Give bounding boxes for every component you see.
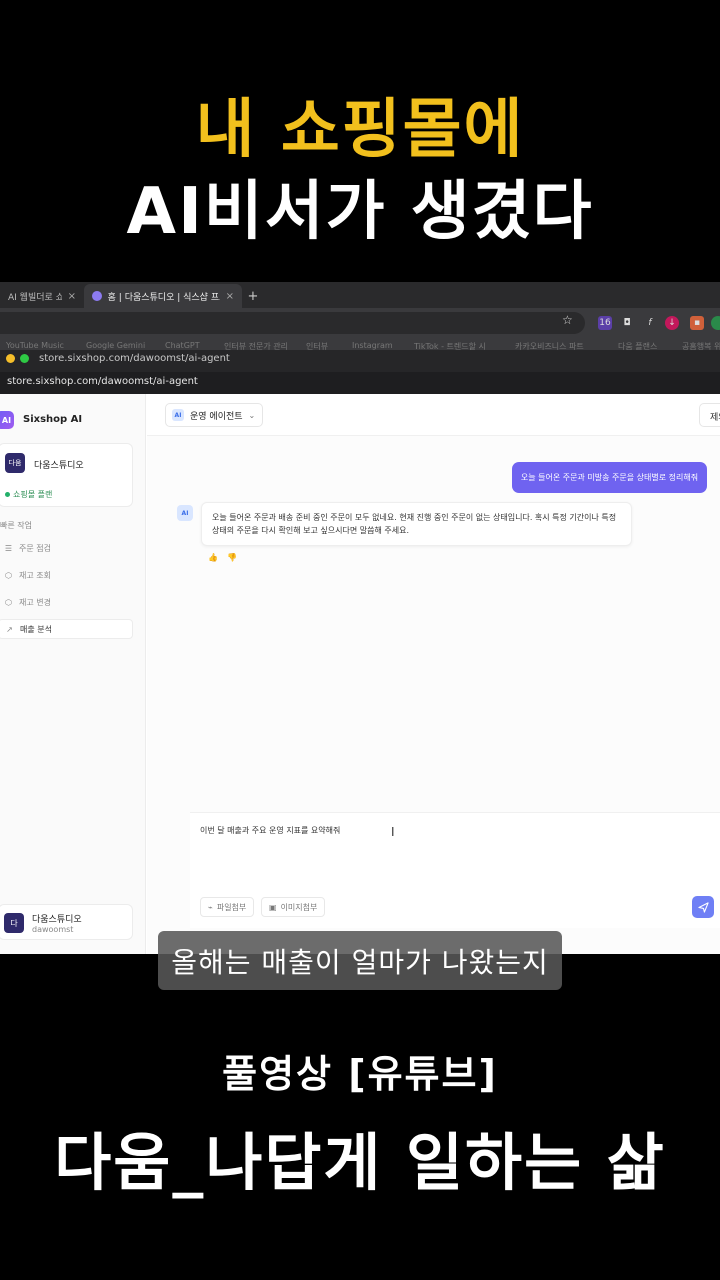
screen-recording: AI 웹빌더로 쇼핑몰 × 홈 | 다움스튜디오 | 식스샵 프로 × + ☆ …	[0, 282, 720, 954]
user-message-bubble: 오늘 들어온 주문과 미발송 주문을 상태별로 정리해줘	[512, 462, 707, 493]
ai-chip-icon: AI	[172, 409, 184, 421]
sidebar-item-stock-view[interactable]: ⬡ 재고 조회	[0, 565, 133, 585]
tab-title: 홈 | 다움스튜디오 | 식스샵 프로	[107, 292, 220, 303]
agent-label: 운영 에이전트	[190, 411, 243, 422]
extension-icon[interactable]: ▪	[690, 316, 704, 330]
plan-badge: 쇼핑몰 플랜	[13, 490, 53, 499]
topbar-button[interactable]: 제외	[699, 403, 720, 427]
user-id: dawoomst	[32, 925, 74, 934]
popup-url: store.sixshop.com/dawoomst/ai-agent	[39, 353, 230, 364]
bookmarks-bar: YouTube Music Google Gemini ChatGPT 인터뷰 …	[0, 338, 720, 350]
message-composer[interactable]: 이번 달 매출과 주요 운영 지표를 요약해줘 I ⌁ 파일첨부 ▣ 이미지첨부	[190, 812, 720, 928]
bookmark-item[interactable]: Google Gemini	[86, 341, 145, 350]
ai-avatar: AI	[177, 505, 193, 521]
bookmark-item[interactable]: TikTok - 트렌드할 시	[414, 341, 486, 350]
url-text: store.sixshop.com/dawoomst/ai-agent	[7, 376, 198, 387]
window-minimize-button[interactable]	[6, 354, 15, 363]
quick-actions-label: 빠른 작업	[0, 521, 32, 530]
bookmark-item[interactable]: Instagram	[352, 341, 393, 350]
avatar: 다	[4, 913, 24, 933]
bookmark-item[interactable]: 공홈행복 위	[682, 341, 720, 350]
sidebar-item-order-check[interactable]: ☰ 주문 점검	[0, 538, 133, 558]
sidebar-item-label: 재고 변경	[19, 597, 51, 607]
close-tab-icon[interactable]: ×	[226, 291, 234, 302]
store-avatar: 다움	[5, 453, 25, 473]
tab-title: AI 웹빌더로 쇼핑몰	[8, 292, 62, 303]
chevron-down-icon: ⌄	[248, 410, 256, 420]
bookmark-item[interactable]: 다움 플랜스	[618, 341, 657, 350]
headline-line-1: 내 쇼핑몰에	[195, 93, 525, 167]
sidebar-item-sales-analysis[interactable]: ↗ 매출 분석	[0, 619, 133, 639]
headline-line-2: AI비서가 생겼다	[126, 175, 594, 249]
send-icon	[697, 901, 709, 913]
omnibox[interactable]	[0, 312, 585, 334]
sixshop-app: AI Sixshop AI 다움 다움스튜디오 쇼핑몰 플랜 빠른 작업 ☰ 주…	[0, 394, 720, 954]
box-icon: ⬡	[5, 570, 12, 580]
video-subtitle: 올해는 매출이 얼마가 나왔는지	[158, 931, 562, 990]
status-dot-icon	[5, 492, 10, 497]
bookmark-item[interactable]: ChatGPT	[165, 341, 200, 350]
camera-icon[interactable]: ◘	[620, 316, 634, 330]
store-name: 다움스튜디오	[34, 461, 84, 471]
sidebar-item-stock-change[interactable]: ⬡ 재고 변경	[0, 592, 133, 612]
chat-main: AI 운영 에이전트 ⌄ 제외 오늘 들어온 주문과 미발송 주문을 상태별로 …	[147, 394, 720, 954]
text-cursor-icon: I	[391, 825, 395, 839]
message-input[interactable]: 이번 달 매출과 주요 운영 지표를 요약해줘	[200, 825, 340, 836]
store-card[interactable]: 다움 다움스튜디오 쇼핑몰 플랜	[0, 443, 133, 507]
footer-line-2: 다움_나답게 일하는 삶	[54, 1126, 666, 1199]
chat-topbar: AI 운영 에이전트 ⌄ 제외	[147, 394, 720, 436]
bookmark-item[interactable]: YouTube Music	[6, 341, 64, 350]
chart-icon: ↗	[6, 624, 13, 634]
user-name: 다움스튜디오	[32, 915, 82, 925]
favicon-icon	[92, 291, 102, 301]
box-icon: ⬡	[5, 597, 12, 607]
bookmark-item[interactable]: 인터뷰	[306, 341, 328, 350]
ai-message-bubble: 오늘 들어온 주문과 배송 준비 중인 주문이 모두 없네요. 현재 진행 중인…	[201, 502, 632, 546]
bookmark-item[interactable]: 인터뷰 전문가 관리	[224, 341, 288, 350]
ai-logo-icon: AI	[0, 411, 14, 429]
browser-toolbar: ☆ 16 ◘ f ↓ ▪	[0, 308, 720, 338]
agent-selector[interactable]: AI 운영 에이전트 ⌄	[165, 403, 263, 427]
brand-name: Sixshop AI	[23, 414, 83, 425]
footer-line-1: 풀영상 [유튜브]	[222, 1052, 498, 1096]
new-tab-icon[interactable]: +	[242, 289, 264, 308]
function-icon[interactable]: f	[643, 316, 657, 330]
extension-badge-icon[interactable]: 16	[598, 316, 612, 330]
send-button[interactable]	[692, 896, 714, 918]
browser-tab-strip: AI 웹빌더로 쇼핑몰 × 홈 | 다움스튜디오 | 식스샵 프로 × +	[0, 282, 720, 308]
image-attach-label: 이미지첨부	[280, 902, 318, 912]
file-attach-button[interactable]: ⌁ 파일첨부	[200, 897, 255, 917]
bookmark-star-icon[interactable]: ☆	[562, 313, 573, 327]
sidebar-item-label: 재고 조회	[19, 570, 51, 580]
bookmark-item[interactable]: 카카오비즈니스 파트	[515, 341, 584, 350]
sidebar: AI Sixshop AI 다움 다움스튜디오 쇼핑몰 플랜 빠른 작업 ☰ 주…	[0, 394, 146, 954]
close-tab-icon[interactable]: ×	[68, 291, 76, 302]
paperclip-icon: ⌁	[208, 902, 213, 912]
sidebar-item-label: 매출 분석	[20, 624, 52, 634]
image-attach-button[interactable]: ▣ 이미지첨부	[261, 897, 326, 917]
thumbs-down-icon[interactable]: 👎	[227, 553, 237, 562]
list-icon: ☰	[4, 543, 13, 553]
download-icon[interactable]: ↓	[665, 316, 679, 330]
extension-icon[interactable]	[711, 316, 720, 330]
thumbs-up-icon[interactable]: 👍	[208, 553, 218, 562]
browser-tab-active[interactable]: 홈 | 다움스튜디오 | 식스샵 프로 ×	[84, 284, 242, 308]
file-attach-label: 파일첨부	[216, 902, 247, 912]
browser-tab[interactable]: AI 웹빌더로 쇼핑몰 ×	[0, 284, 84, 308]
sidebar-item-label: 주문 점검	[19, 543, 51, 553]
image-icon: ▣	[269, 902, 277, 912]
user-card[interactable]: 다 다움스튜디오 dawoomst	[0, 904, 133, 940]
window-maximize-button[interactable]	[20, 354, 29, 363]
